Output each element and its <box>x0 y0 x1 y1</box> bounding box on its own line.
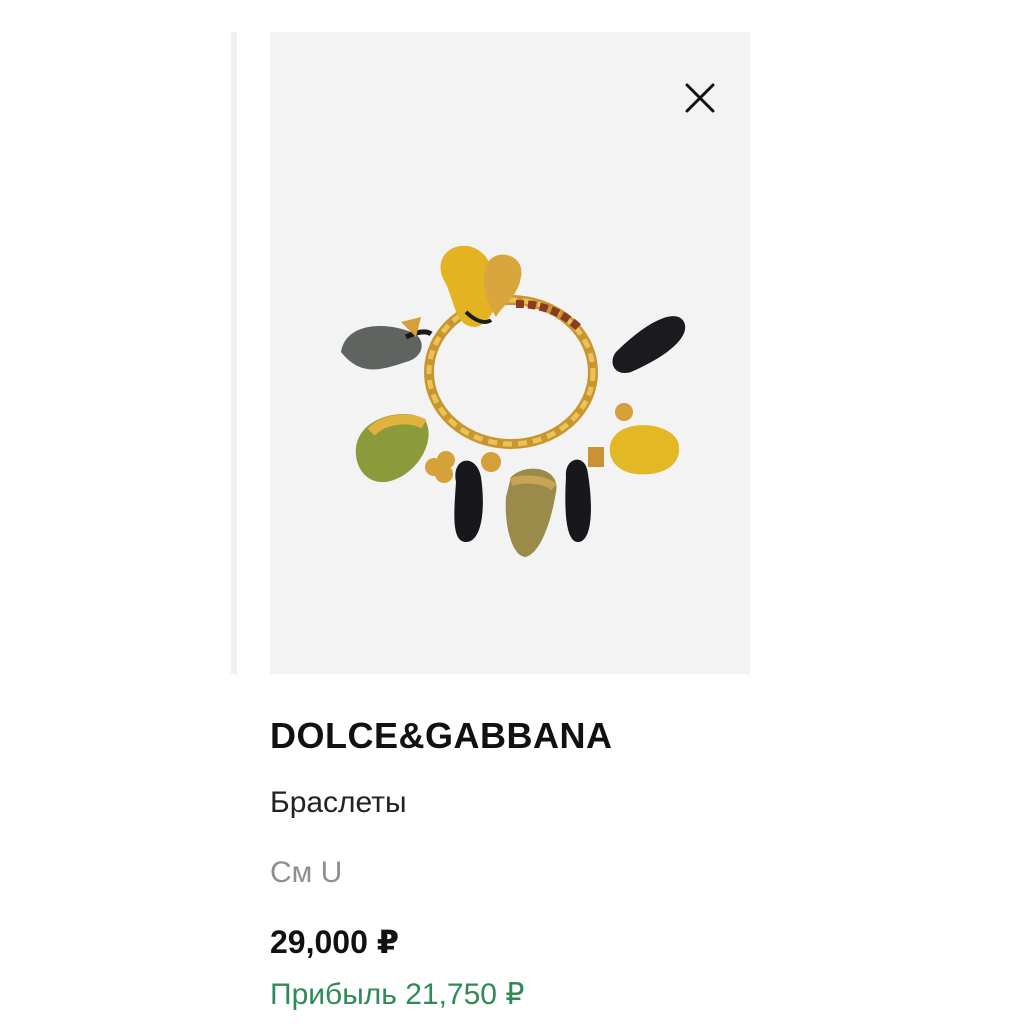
close-icon <box>685 83 715 113</box>
product-price: 29,000 ₽ <box>270 924 400 960</box>
product-preview-screen: DOLCE&GABBANA Браслеты См U 29,000 ₽ При… <box>0 0 1024 1024</box>
product-image-frame <box>270 32 750 674</box>
product-profit: Прибыль 21,750 ₽ <box>270 978 525 1011</box>
panel-divider <box>231 32 237 674</box>
product-card: DOLCE&GABBANA Браслеты См U 29,000 ₽ При… <box>270 32 750 1010</box>
close-button[interactable] <box>678 76 722 120</box>
product-size: См U <box>270 856 343 889</box>
product-category: Браслеты <box>270 786 407 819</box>
product-brand: DOLCE&GABBANA <box>270 715 613 756</box>
bracelet-image <box>341 245 686 557</box>
